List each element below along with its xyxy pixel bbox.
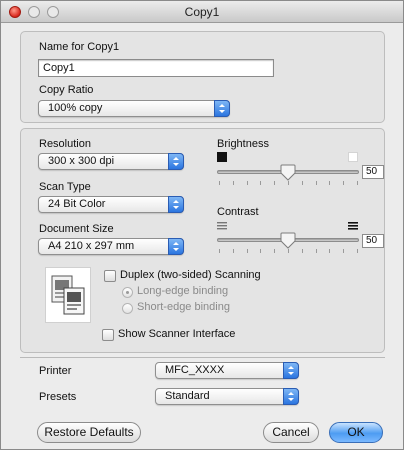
long-edge-label: Long-edge binding <box>137 285 229 297</box>
contrast-value-field[interactable]: 50 <box>362 234 384 248</box>
show-scanner-interface-label: Show Scanner Interface <box>118 328 236 340</box>
contrast-label: Contrast <box>217 206 259 218</box>
slider-tick <box>288 249 289 253</box>
slider-tick <box>357 249 358 253</box>
short-edge-label: Short-edge binding <box>137 301 230 313</box>
resolution-value: 300 x 300 dpi <box>48 155 115 167</box>
document-size-label: Document Size <box>39 223 114 235</box>
slider-tick <box>329 249 330 253</box>
name-field[interactable]: Copy1 <box>38 59 274 77</box>
resolution-label: Resolution <box>39 138 91 150</box>
popup-arrows-icon <box>283 362 299 379</box>
brightness-label: Brightness <box>217 138 269 150</box>
ok-button[interactable]: OK <box>329 422 383 443</box>
copy-ratio-label: Copy Ratio <box>39 84 94 96</box>
light-brightness-icon <box>348 152 358 162</box>
popup-arrows-icon <box>214 100 230 117</box>
cancel-button[interactable]: Cancel <box>263 422 319 443</box>
window-title: Copy1 <box>184 5 220 19</box>
long-edge-radio[interactable] <box>122 287 133 298</box>
printer-separator <box>20 357 385 358</box>
document-size-value: A4 210 x 297 mm <box>48 240 135 252</box>
presets-value: Standard <box>165 390 210 402</box>
slider-tick <box>247 249 248 253</box>
printer-value: MFC_XXXX <box>165 364 225 376</box>
scan-type-label: Scan Type <box>39 181 91 193</box>
popup-arrows-icon <box>168 196 184 213</box>
copy-dialog-window: Copy1 Name for Copy1 Copy1 Copy Ratio 10… <box>0 0 404 450</box>
document-size-popup[interactable]: A4 210 x 297 mm <box>38 238 184 255</box>
duplex-checkbox[interactable] <box>104 270 116 282</box>
popup-arrows-icon <box>168 153 184 170</box>
slider-tick <box>302 181 303 185</box>
presets-popup[interactable]: Standard <box>155 388 299 405</box>
copy-ratio-popup[interactable]: 100% copy <box>38 100 230 117</box>
slider-tick <box>288 181 289 185</box>
restore-defaults-button[interactable]: Restore Defaults <box>37 422 141 443</box>
show-scanner-interface-checkbox[interactable] <box>102 329 114 341</box>
scan-type-value: 24 Bit Color <box>48 198 106 210</box>
brightness-slider-knob[interactable] <box>280 164 296 182</box>
duplex-preview-image <box>45 267 91 323</box>
resolution-popup[interactable]: 300 x 300 dpi <box>38 153 184 170</box>
slider-tick <box>274 181 275 185</box>
title-bar: Copy1 <box>1 1 403 23</box>
slider-tick <box>274 249 275 253</box>
duplex-label: Duplex (two-sided) Scanning <box>120 269 261 281</box>
slider-tick <box>219 181 220 185</box>
slider-tick <box>343 249 344 253</box>
brightness-value-field[interactable]: 50 <box>362 165 384 179</box>
duplex-pages-icon <box>51 275 85 315</box>
contrast-ticks <box>219 249 359 254</box>
slider-tick <box>219 249 220 253</box>
popup-arrows-icon <box>283 388 299 405</box>
slider-tick <box>316 249 317 253</box>
low-contrast-icon <box>217 221 227 234</box>
printer-popup[interactable]: MFC_XXXX <box>155 362 299 379</box>
slider-tick <box>343 181 344 185</box>
popup-arrows-icon <box>168 238 184 255</box>
slider-tick <box>357 181 358 185</box>
slider-tick <box>233 181 234 185</box>
slider-tick <box>329 181 330 185</box>
copy-ratio-value: 100% copy <box>48 102 103 114</box>
printer-label: Printer <box>39 365 72 377</box>
contrast-slider-knob[interactable] <box>280 232 296 250</box>
slider-tick <box>260 181 261 185</box>
dark-brightness-icon <box>217 152 227 162</box>
slider-tick <box>247 181 248 185</box>
slider-tick <box>260 249 261 253</box>
scan-type-popup[interactable]: 24 Bit Color <box>38 196 184 213</box>
brightness-ticks <box>219 181 359 186</box>
slider-tick <box>316 181 317 185</box>
short-edge-radio[interactable] <box>122 303 133 314</box>
presets-label: Presets <box>39 391 77 403</box>
slider-tick <box>302 249 303 253</box>
high-contrast-icon <box>348 221 358 234</box>
name-label: Name for Copy1 <box>39 41 120 53</box>
slider-tick <box>233 249 234 253</box>
